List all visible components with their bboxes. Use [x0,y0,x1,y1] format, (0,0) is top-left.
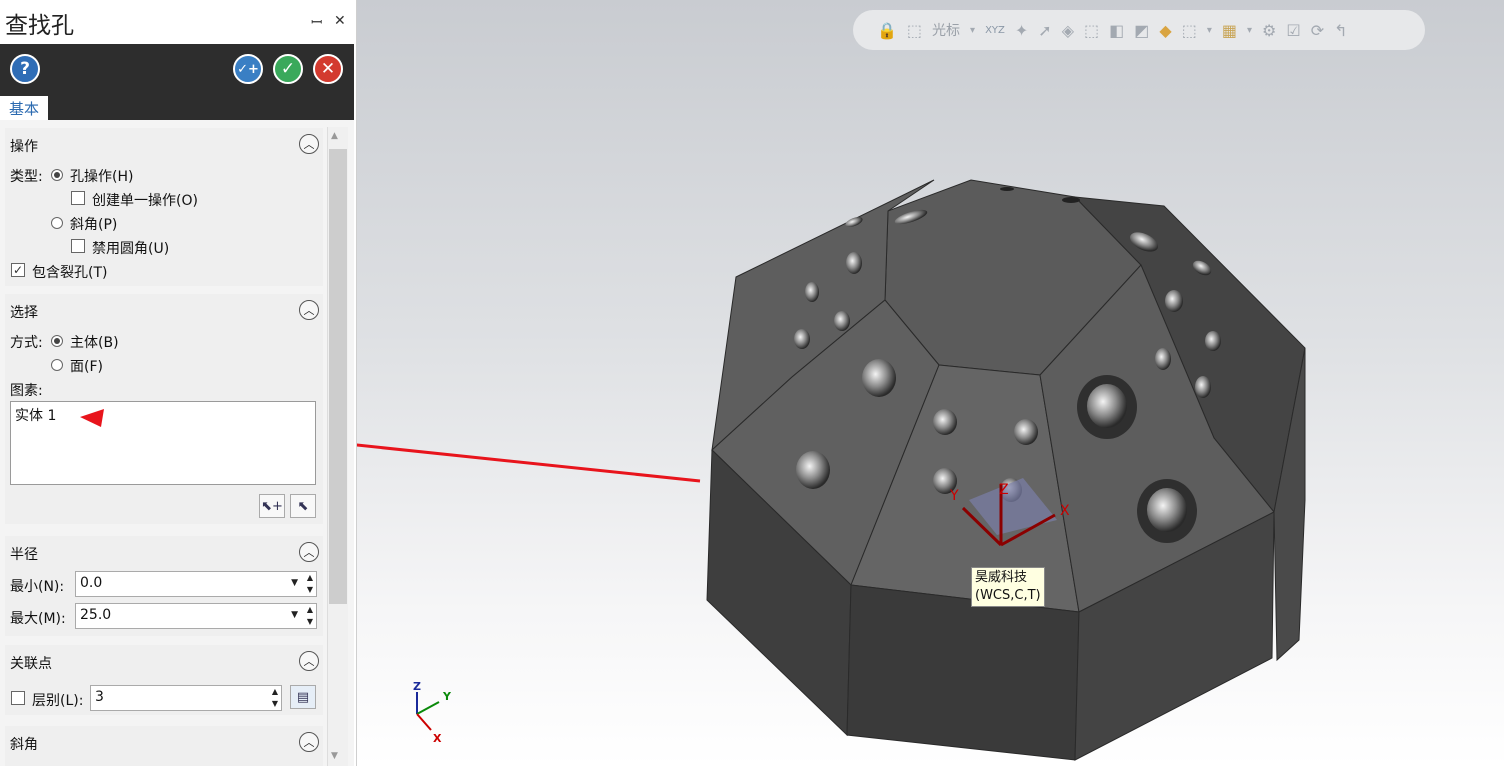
tab-basic[interactable]: 基本 [0,96,48,120]
spinner-icon[interactable]: ▲ ▼ [307,604,313,628]
spinner-icon[interactable]: ▲ ▼ [272,686,278,710]
max-radius-value: 25.0 [80,607,112,623]
max-label: 最大(M): [10,611,66,627]
include-split-checkbox[interactable]: ✓ [11,263,25,277]
collapse-association-button[interactable]: ︿ [299,651,319,671]
min-label: 最小(N): [10,579,65,595]
chamfer-radio[interactable] [51,217,63,229]
view-axes-triad: Z Y X [413,680,452,745]
body-radio[interactable] [51,335,63,347]
type-label: 类型: [10,169,43,185]
disable-fillet-label: 禁用圆角(U) [92,241,170,257]
chamfer-title: 斜角 [10,737,38,753]
elements-list[interactable]: 实体 1 [10,401,316,485]
scroll-down-icon[interactable]: ▼ [331,751,338,761]
collapse-radius-button[interactable]: ︿ [299,542,319,562]
level-checkbox[interactable] [11,691,25,705]
face-label: 面(F) [70,359,103,375]
wcs-x-label: X [1060,503,1070,519]
triad-x-label: X [433,732,442,745]
wcs-tooltip: 昊威科技 (WCS,C,T) [971,567,1045,607]
selection-title: 选择 [10,305,38,321]
wcs-y-label: Y [949,488,959,504]
cancel-button[interactable]: ✕ [313,54,343,84]
radius-section: 半径 ︿ 最小(N): 0.0 ▼ ▲ ▼ 最大(M): 25.0 ▼ ▲ ▼ [5,536,323,636]
association-section: 关联点 ︿ 层别(L): 3 ▲ ▼ ▤ [5,645,323,715]
operation-section: 操作 ︿ 类型: 孔操作(H) 创建单一操作(O) 斜角(P) 禁用圆角(U) … [5,128,323,286]
include-split-label: 包含裂孔(T) [32,265,108,281]
chamfer-label: 斜角(P) [70,217,118,233]
face-radio[interactable] [51,359,63,371]
panel-title: 查找孔 [5,13,74,39]
triad-y-label: Y [442,690,452,703]
scroll-thumb[interactable] [329,149,347,604]
body-label: 主体(B) [70,335,119,351]
selection-section: 选择 ︿ 方式: 主体(B) 面(F) 图素: 实体 1 ⬉+ ⬉ [5,294,323,524]
help-button[interactable]: ? [10,54,40,84]
association-title: 关联点 [10,656,52,672]
pin-icon[interactable]: ꟷ [311,13,322,32]
add-select-icon[interactable]: ⬉+ [259,494,285,518]
panel-scrollbar[interactable]: ▲ ▼ [327,127,348,766]
hole-op-label: 孔操作(H) [70,169,134,185]
level-input[interactable]: 3 ▲ ▼ [90,685,282,711]
single-op-label: 创建单一操作(O) [92,193,198,209]
find-holes-panel: 查找孔 ꟷ ✕ ? ✓+ ✓ ✕ 基本 操作 ︿ 类型: 孔操作(H) 创建单一… [0,0,357,766]
single-op-checkbox[interactable] [71,191,85,205]
collapse-chamfer-button[interactable]: ︿ [299,732,319,752]
spinner-icon[interactable]: ▲ ▼ [307,572,313,596]
operation-title: 操作 [10,139,38,155]
callout-arrow [357,443,701,483]
chamfer-section: 斜角 ︿ [5,726,323,766]
min-radius-value: 0.0 [80,575,103,591]
dropdown-arrow-icon[interactable]: ▼ [291,610,298,620]
tooltip-line1: 昊威科技 [975,570,1028,585]
solid-model[interactable]: X Y Z [357,0,1504,766]
elements-value: 实体 1 [15,408,57,424]
max-radius-input[interactable]: 25.0 ▼ ▲ ▼ [75,603,317,629]
triad-z-label: Z [413,680,421,693]
hole-op-radio[interactable] [51,169,63,181]
wcs-z-label: Z [999,482,1009,498]
elements-label: 图素: [10,383,43,399]
dropdown-arrow-icon[interactable]: ▼ [291,578,298,588]
level-manager-icon[interactable]: ▤ [290,685,316,709]
select-cursor-icon[interactable]: ⬉ [290,494,316,518]
tooltip-line2: (WCS,C,T) [975,588,1041,603]
min-radius-input[interactable]: 0.0 ▼ ▲ ▼ [75,571,317,597]
radius-title: 半径 [10,547,38,563]
graphics-viewport[interactable]: 🔒 ⬚ 光标 ▾ XYZ ✦ ➚ ◈ ⬚ ◧ ◩ ◆ ⬚ ▾ ▦ ▾ ⚙ ☑ ⟳… [357,0,1504,766]
method-label: 方式: [10,335,43,351]
level-label: 层别(L): [32,693,84,709]
collapse-selection-button[interactable]: ︿ [299,300,319,320]
apply-new-button[interactable]: ✓+ [233,54,263,84]
panel-header: ? ✓+ ✓ ✕ 基本 [0,44,354,120]
scroll-up-icon[interactable]: ▲ [331,131,338,141]
panel-body: 操作 ︿ 类型: 孔操作(H) 创建单一操作(O) 斜角(P) 禁用圆角(U) … [0,120,354,766]
front-wall [846,584,1080,761]
collapse-operation-button[interactable]: ︿ [299,134,319,154]
disable-fillet-checkbox[interactable] [71,239,85,253]
level-value: 3 [95,689,104,705]
close-icon[interactable]: ✕ [334,13,346,29]
ok-button[interactable]: ✓ [273,54,303,84]
